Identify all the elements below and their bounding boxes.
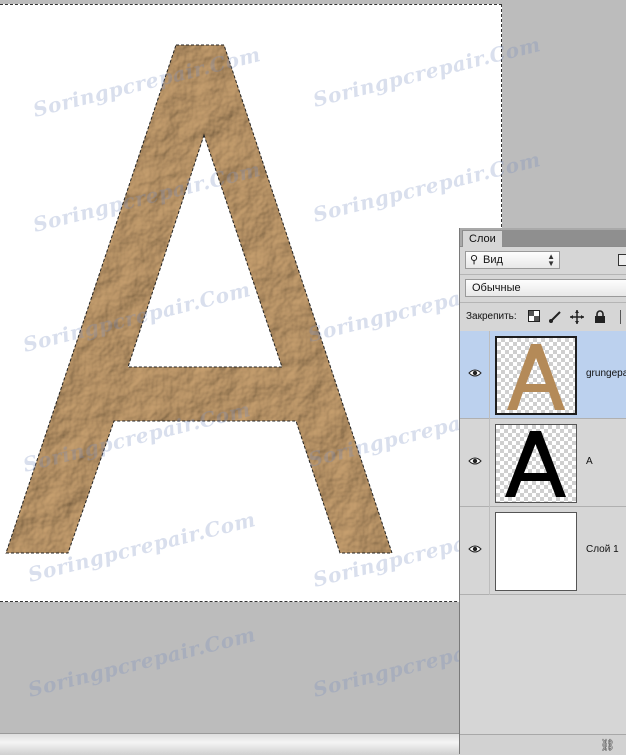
filter-value: Вид (483, 254, 503, 266)
texture-a-thumbnail (507, 344, 565, 410)
visibility-toggle[interactable] (460, 419, 490, 507)
layer-name[interactable]: grungepa (586, 368, 626, 379)
updown-arrows-icon: ▲ ▼ (547, 252, 555, 268)
eye-icon (468, 545, 482, 553)
lock-position-icon[interactable] (570, 310, 584, 327)
visibility-toggle[interactable] (460, 331, 490, 419)
lock-all-icon[interactable] (594, 310, 606, 327)
layer-row-a[interactable]: A (460, 419, 626, 507)
layer-name[interactable]: A (586, 456, 593, 467)
image-filter-icon[interactable] (618, 254, 626, 266)
link-layers-icon[interactable]: ⛓ (600, 738, 615, 752)
blend-mode-select[interactable]: Обычные (465, 279, 626, 297)
eye-icon (468, 457, 482, 465)
lock-label: Закрепить: (466, 311, 517, 322)
layer-filter-select[interactable]: ⚲ Вид ▲ ▼ (465, 251, 560, 269)
blend-mode-value: Обычные (472, 282, 521, 294)
layers-panel: Слои ⚲ Вид ▲ ▼ Обычные Закрепить: grunge… (459, 228, 626, 755)
panel-tab-bar: Слои (460, 228, 626, 247)
search-icon: ⚲ (470, 254, 479, 266)
layer-row-background[interactable]: Слой 1 (460, 507, 626, 595)
layer-name[interactable]: Слой 1 (586, 544, 619, 555)
layer-row-grungepa[interactable]: grungepa (460, 331, 626, 419)
document-canvas[interactable] (0, 4, 502, 602)
layer-thumbnail[interactable] (495, 424, 577, 503)
lock-row: Закрепить: (460, 306, 626, 328)
tab-layers[interactable]: Слои (462, 230, 503, 247)
black-a-thumbnail (505, 431, 566, 497)
textured-letter-a (5, 44, 393, 554)
panel-footer: ⛓ (460, 734, 626, 755)
lock-transparent-pixels-icon[interactable] (528, 310, 540, 325)
eye-icon (468, 369, 482, 377)
horizontal-scrollbar[interactable] (0, 733, 460, 755)
layer-thumbnail[interactable] (495, 512, 577, 591)
lock-image-pixels-icon[interactable] (548, 310, 562, 327)
visibility-toggle[interactable] (460, 507, 490, 595)
layer-thumbnail[interactable] (495, 336, 577, 415)
